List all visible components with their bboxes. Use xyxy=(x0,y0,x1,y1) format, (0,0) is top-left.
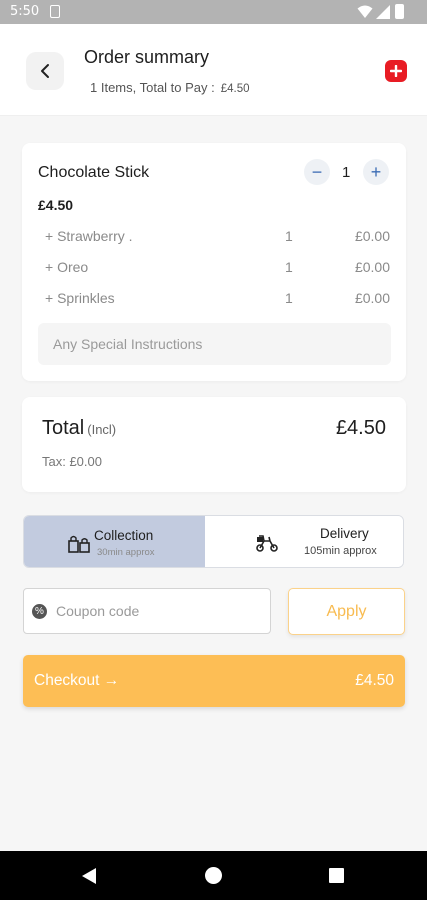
coupon-field: % xyxy=(23,588,271,634)
plus-square-icon xyxy=(390,65,402,77)
option-price: £0.00 xyxy=(354,228,390,244)
item-price: £4.50 xyxy=(38,197,74,213)
option-name: + Sprinkles xyxy=(45,290,115,306)
option-price: £0.00 xyxy=(354,290,390,306)
total-label-text: Total xyxy=(42,417,85,439)
collection-title: Collection xyxy=(94,528,154,543)
delivery-option[interactable]: Delivery 105min approx xyxy=(205,516,403,567)
collection-time: 30min approx xyxy=(97,547,155,558)
recents-square-icon[interactable] xyxy=(329,868,344,883)
collection-bag-icon xyxy=(68,535,90,553)
battery-icon xyxy=(395,4,404,19)
apply-coupon-button[interactable]: Apply xyxy=(288,588,405,635)
option-row: + Sprinkles 1 £0.00 xyxy=(22,290,406,310)
status-time: 5:50 xyxy=(10,4,40,19)
quantity-decrease-button[interactable]: − xyxy=(304,159,330,185)
total-amount: £4.50 xyxy=(335,417,386,439)
fulfillment-toggle: Collection 30min approx Delivery 105min … xyxy=(23,515,404,568)
system-nav-bar xyxy=(0,851,427,900)
signal-icon xyxy=(376,5,390,19)
checkout-label: Checkout → xyxy=(34,672,120,689)
option-row: + Strawberry . 1 £0.00 xyxy=(22,228,406,248)
subtitle-amount: £4.50 xyxy=(220,83,250,95)
option-qty: 1 xyxy=(285,290,293,306)
total-label: Total (Incl) xyxy=(42,417,116,440)
delivery-scooter-icon xyxy=(256,535,278,552)
option-qty: 1 xyxy=(285,228,293,244)
collection-option[interactable]: Collection 30min approx xyxy=(24,516,205,567)
option-qty: 1 xyxy=(285,259,293,275)
home-circle-icon[interactable] xyxy=(205,867,222,884)
item-name: Chocolate Stick xyxy=(38,164,150,181)
quantity-value: 1 xyxy=(342,164,351,181)
total-incl-note: (Incl) xyxy=(87,422,117,437)
option-price: £0.00 xyxy=(354,259,390,275)
back-triangle-icon[interactable] xyxy=(81,867,97,885)
coupon-code-input[interactable] xyxy=(56,589,264,633)
order-summary-subtitle: 1 Items, Total to Pay : £4.50 xyxy=(90,80,250,95)
header: Order summary 1 Items, Total to Pay : £4.… xyxy=(0,24,427,116)
special-instructions-input[interactable] xyxy=(38,323,391,365)
page-title: Order summary xyxy=(84,47,210,67)
back-button[interactable] xyxy=(26,52,64,90)
option-name: + Strawberry . xyxy=(45,228,133,244)
checkout-button[interactable]: Checkout → £4.50 xyxy=(23,655,405,707)
status-bar: 5:50 xyxy=(0,0,427,24)
cart-item-card: Chocolate Stick £4.50 − 1 + + Strawberry… xyxy=(22,143,406,381)
add-item-button[interactable] xyxy=(385,60,407,82)
checkout-amount: £4.50 xyxy=(355,672,394,689)
option-name: + Oreo xyxy=(45,259,89,275)
tax-amount: Tax: £0.00 xyxy=(42,454,102,469)
chevron-left-icon xyxy=(41,64,49,78)
status-icons xyxy=(357,4,417,20)
delivery-time: 105min approx xyxy=(304,545,377,557)
percent-badge-icon: % xyxy=(32,604,47,619)
items-count-text: 1 Items, Total to Pay : xyxy=(90,80,215,95)
wifi-icon xyxy=(357,5,373,18)
sim-card-icon xyxy=(50,5,60,18)
option-row: + Oreo 1 £0.00 xyxy=(22,259,406,279)
delivery-title: Delivery xyxy=(320,526,369,541)
quantity-increase-button[interactable]: + xyxy=(363,159,389,185)
total-card: Total (Incl) £4.50 Tax: £0.00 xyxy=(22,397,406,492)
